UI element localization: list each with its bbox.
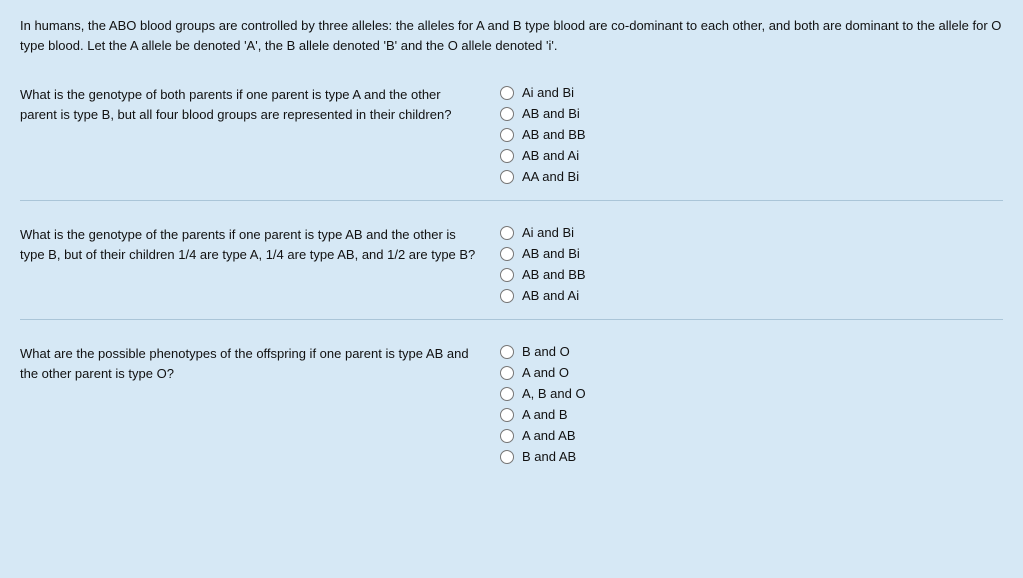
option-item-2-1[interactable]: Ai and Bi (500, 225, 586, 240)
option-item-3-1[interactable]: B and O (500, 344, 586, 359)
radio-1-1[interactable] (500, 86, 514, 100)
radio-1-5[interactable] (500, 170, 514, 184)
radio-3-5[interactable] (500, 429, 514, 443)
option-item-2-4[interactable]: AB and Ai (500, 288, 586, 303)
question-text-2: What is the genotype of the parents if o… (20, 219, 500, 303)
option-item-2-2[interactable]: AB and Bi (500, 246, 586, 261)
option-label-3-1: B and O (522, 344, 570, 359)
option-label-1-4: AB and Ai (522, 148, 579, 163)
question-block-3: What are the possible phenotypes of the … (20, 338, 1003, 480)
radio-2-2[interactable] (500, 247, 514, 261)
intro-text: In humans, the ABO blood groups are cont… (20, 16, 1003, 55)
option-label-2-4: AB and Ai (522, 288, 579, 303)
radio-3-2[interactable] (500, 366, 514, 380)
option-label-2-1: Ai and Bi (522, 225, 574, 240)
question-block-2: What is the genotype of the parents if o… (20, 219, 1003, 320)
option-label-2-3: AB and BB (522, 267, 586, 282)
option-label-2-2: AB and Bi (522, 246, 580, 261)
question-text-3: What are the possible phenotypes of the … (20, 338, 500, 464)
option-item-3-3[interactable]: A, B and O (500, 386, 586, 401)
option-label-3-3: A, B and O (522, 386, 586, 401)
option-item-1-2[interactable]: AB and Bi (500, 106, 586, 121)
option-label-3-6: B and AB (522, 449, 576, 464)
options-column-3: B and O A and O A, B and O A and B A and AB B… (500, 338, 586, 464)
option-label-1-2: AB and Bi (522, 106, 580, 121)
radio-1-2[interactable] (500, 107, 514, 121)
option-label-1-1: Ai and Bi (522, 85, 574, 100)
option-label-3-5: A and AB (522, 428, 576, 443)
radio-2-3[interactable] (500, 268, 514, 282)
option-item-2-3[interactable]: AB and BB (500, 267, 586, 282)
option-item-1-3[interactable]: AB and BB (500, 127, 586, 142)
option-item-1-1[interactable]: Ai and Bi (500, 85, 586, 100)
radio-3-1[interactable] (500, 345, 514, 359)
question-block-1: What is the genotype of both parents if … (20, 79, 1003, 201)
option-item-3-5[interactable]: A and AB (500, 428, 586, 443)
option-item-1-5[interactable]: AA and Bi (500, 169, 586, 184)
radio-1-3[interactable] (500, 128, 514, 142)
option-label-3-2: A and O (522, 365, 569, 380)
question-text-1: What is the genotype of both parents if … (20, 79, 500, 184)
options-column-1: Ai and Bi AB and Bi AB and BB AB and Ai AA a… (500, 79, 586, 184)
radio-1-4[interactable] (500, 149, 514, 163)
option-label-1-5: AA and Bi (522, 169, 579, 184)
option-item-3-4[interactable]: A and B (500, 407, 586, 422)
option-label-1-3: AB and BB (522, 127, 586, 142)
option-item-3-6[interactable]: B and AB (500, 449, 586, 464)
radio-2-1[interactable] (500, 226, 514, 240)
option-label-3-4: A and B (522, 407, 568, 422)
radio-3-6[interactable] (500, 450, 514, 464)
radio-3-4[interactable] (500, 408, 514, 422)
options-column-2: Ai and Bi AB and Bi AB and BB AB and Ai (500, 219, 586, 303)
option-item-1-4[interactable]: AB and Ai (500, 148, 586, 163)
option-item-3-2[interactable]: A and O (500, 365, 586, 380)
radio-3-3[interactable] (500, 387, 514, 401)
radio-2-4[interactable] (500, 289, 514, 303)
